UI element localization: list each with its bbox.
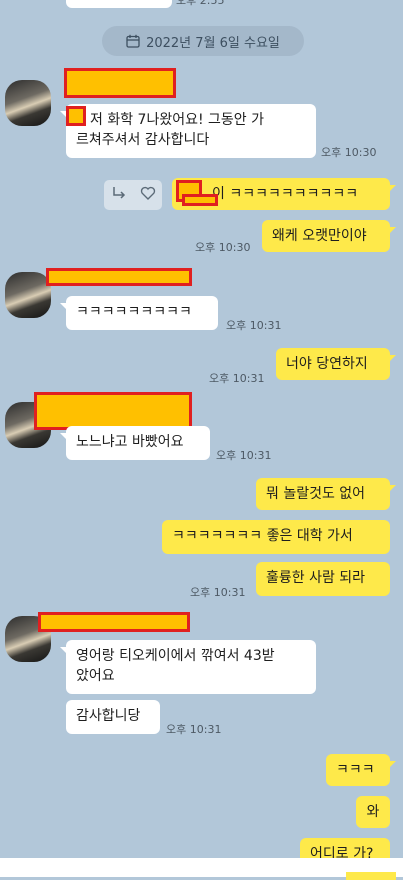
- message-time: 오후 10:30: [321, 146, 377, 159]
- message-time: 오후 10:31: [209, 372, 265, 385]
- message-text-line2: 르쳐주셔서 감사합니다: [76, 132, 210, 148]
- message-bubble[interactable]: ㅋㅋㅋㅋㅋㅋㅋㅋㅋ: [60, 296, 218, 330]
- message-time: 오후 10:31: [216, 449, 272, 462]
- message-time: 오후 10:30: [195, 241, 251, 254]
- message-text-line1: 영어랑 티오케이에서 깎여서 43받: [76, 648, 275, 664]
- partial-top-time: 오후 2:55: [176, 0, 225, 7]
- message-bubble[interactable]: ㅋㅋㅋㅋㅋㅋㅋ 좋은 대학 가서: [162, 520, 390, 554]
- message-text-line2: 았어요: [76, 668, 115, 684]
- message-time: 오후 10:31: [166, 723, 222, 736]
- message-text: 왜케 오랫만이야: [272, 228, 367, 244]
- sender-name-redacted: [38, 612, 190, 632]
- message-time: 오후 10:31: [190, 586, 246, 599]
- message-text: ㅋㅋㅋ: [336, 762, 375, 778]
- date-separator: 2022년 7월 6일 수요일: [102, 26, 304, 56]
- message-bubble[interactable]: 훌륭한 사람 되라: [256, 562, 390, 596]
- message-bubble[interactable]: 저 화학 7나왔어요! 그동안 가 르쳐주셔서 감사합니다: [60, 104, 316, 158]
- message-text: 너야 당연하지: [286, 356, 368, 372]
- message-text: ㅋㅋㅋㅋㅋㅋㅋ 좋은 대학 가서: [172, 528, 353, 544]
- avatar[interactable]: [5, 272, 51, 318]
- message-bubble[interactable]: ㅋㅋㅋ: [326, 754, 396, 786]
- message-text: 뭐 놀랄것도 없어: [266, 486, 366, 502]
- send-button[interactable]: [346, 872, 396, 880]
- message-text-line1: 저 화학 7나왔어요! 그동안 가: [90, 112, 264, 128]
- calendar-icon: [126, 34, 140, 48]
- message-time: 오후 10:31: [226, 319, 282, 332]
- partial-top-bubble: [66, 0, 172, 8]
- message-text: 훌륭한 사람 되라: [266, 570, 366, 586]
- heart-icon[interactable]: [140, 185, 156, 205]
- sender-name-redacted: [34, 392, 192, 430]
- message-input-bar[interactable]: [0, 858, 403, 880]
- reaction-toolbar: [104, 180, 162, 210]
- message-text: 이 ㅋㅋㅋㅋㅋㅋㅋㅋㅋㅋ: [212, 186, 359, 202]
- message-bubble[interactable]: 영어랑 티오케이에서 깎여서 43받 았어요: [60, 640, 316, 694]
- message-text: 노느냐고 바빴어요: [76, 434, 184, 450]
- message-bubble[interactable]: 왜케 오랫만이야: [262, 220, 396, 252]
- date-label: 2022년 7월 6일 수요일: [146, 35, 280, 51]
- redacted-inline: [182, 194, 218, 206]
- message-bubble[interactable]: 너야 당연하지: [276, 348, 396, 380]
- message-bubble[interactable]: 와: [356, 796, 390, 828]
- message-bubble[interactable]: 감사합니당: [66, 700, 160, 734]
- sender-name-redacted: [64, 68, 176, 98]
- reply-arrow-icon[interactable]: [111, 185, 127, 205]
- avatar[interactable]: [5, 80, 51, 126]
- message-text: 와: [366, 804, 380, 820]
- sender-name-redacted: [46, 268, 192, 286]
- message-text: 감사합니당: [76, 708, 141, 724]
- message-text: ㅋㅋㅋㅋㅋㅋㅋㅋㅋ: [76, 304, 192, 320]
- message-bubble[interactable]: 노느냐고 바빴어요: [60, 426, 210, 460]
- redacted-inline: [66, 106, 86, 126]
- message-bubble[interactable]: 뭐 놀랄것도 없어: [256, 478, 396, 510]
